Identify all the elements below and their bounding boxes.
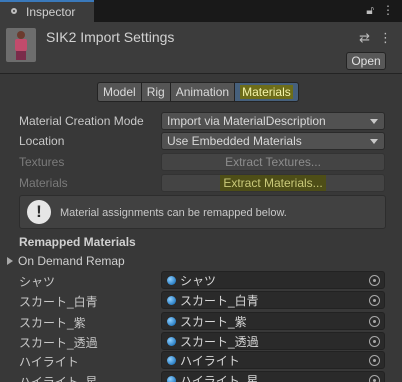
remap-row-label: スカート_透過 [19,336,98,350]
remap-row: スカート_透過 スカート_透過 [0,331,402,351]
material-icon [167,355,176,365]
lock-icon[interactable]: 🔓︎ [366,3,374,18]
object-picker-icon[interactable] [369,336,380,347]
remap-row: ハイライト ハイライト [0,350,402,370]
preset-icon[interactable]: ⇄ [359,30,370,46]
remap-row: ハイライト_星 ハイライト_星 [0,370,402,382]
remap-row-label: スカート_紫 [19,316,86,330]
textures-label: Textures [19,155,65,169]
header-title: SIK2 Import Settings [46,29,175,45]
material-value: ハイライト_星 [180,373,259,382]
tab-materials[interactable]: Materials [234,82,299,102]
material-object-field[interactable]: ハイライト [161,351,385,369]
tab-materials-label: Materials [240,85,293,99]
material-object-field[interactable]: ハイライト_星 [161,371,385,382]
on-demand-remap-foldout[interactable]: On Demand Remap [7,254,125,268]
material-creation-mode-value: Import via MaterialDescription [167,114,326,128]
tab-actions: 🔓︎ ⋮ [366,3,394,18]
remap-row-label: ハイライト [19,355,79,369]
material-value: スカート_透過 [180,334,259,349]
info-icon: ! [27,200,51,224]
material-icon [167,295,176,305]
more-options-icon[interactable]: ⋮ [382,3,394,18]
tab-rig[interactable]: Rig [140,82,170,102]
object-picker-icon[interactable] [369,275,380,286]
tab-animation[interactable]: Animation [169,82,235,102]
material-value: スカート_紫 [180,314,247,329]
extract-textures-button[interactable]: Extract Textures... [161,153,385,171]
material-object-field[interactable]: スカート_白青 [161,291,385,309]
extract-materials-button[interactable]: Extract Materials... [161,174,385,192]
materials-row: Materials Extract Materials... [0,173,402,193]
tab-inspector[interactable]: Inspector [0,0,94,22]
material-object-field[interactable]: スカート_紫 [161,312,385,330]
materials-label: Materials [19,176,68,190]
material-creation-mode-dropdown[interactable]: Import via MaterialDescription [161,112,385,130]
chevron-right-icon [7,257,13,265]
more-icon[interactable]: ⋮ [379,30,392,46]
chevron-down-icon [370,139,378,144]
material-creation-mode-label: Material Creation Mode [19,114,144,128]
remapped-materials-title: Remapped Materials [19,235,136,249]
on-demand-remap-label: On Demand Remap [18,254,125,268]
material-object-field[interactable]: スカート_透過 [161,332,385,350]
remap-row-label: スカート_白青 [19,295,98,309]
tab-bar: Inspector 🔓︎ ⋮ [0,0,402,22]
asset-thumbnail [6,28,36,62]
inspector-icon [8,6,20,18]
remap-row-label: ハイライト_星 [19,375,98,382]
inspector-header: SIK2 Import Settings ⇄ ⋮ Open [0,22,402,74]
remap-row: シャツ シャツ [0,270,402,290]
material-value: ハイライト [180,353,240,368]
material-creation-mode-row: Material Creation Mode Import via Materi… [0,111,402,131]
help-text: Material assignments can be remapped bel… [60,207,287,219]
remap-row: スカート_白青 スカート_白青 [0,290,402,310]
object-picker-icon[interactable] [369,375,380,382]
location-dropdown[interactable]: Use Embedded Materials [161,132,385,150]
importer-tabs: Model Rig Animation Materials [97,82,299,102]
material-icon [167,336,176,346]
open-button[interactable]: Open [346,52,386,70]
chevron-down-icon [370,119,378,124]
material-icon [167,375,176,382]
tab-inspector-label: Inspector [26,5,76,19]
remap-row-label: シャツ [19,275,56,289]
material-icon [167,275,176,285]
material-icon [167,316,176,326]
textures-row: Textures Extract Textures... [0,152,402,172]
extract-materials-label: Extract Materials... [220,175,326,191]
header-icons: ⇄ ⋮ [359,30,392,46]
material-object-field[interactable]: シャツ [161,271,385,289]
tab-model[interactable]: Model [97,82,141,102]
material-value: スカート_白青 [180,293,259,308]
remap-row: スカート_紫 スカート_紫 [0,311,402,331]
object-picker-icon[interactable] [369,295,380,306]
object-picker-icon[interactable] [369,316,380,327]
location-row: Location Use Embedded Materials [0,131,402,151]
location-value: Use Embedded Materials [167,134,302,148]
info-helpbox: ! Material assignments can be remapped b… [19,195,386,229]
location-label: Location [19,134,65,148]
object-picker-icon[interactable] [369,355,380,366]
material-value: シャツ [180,273,217,288]
